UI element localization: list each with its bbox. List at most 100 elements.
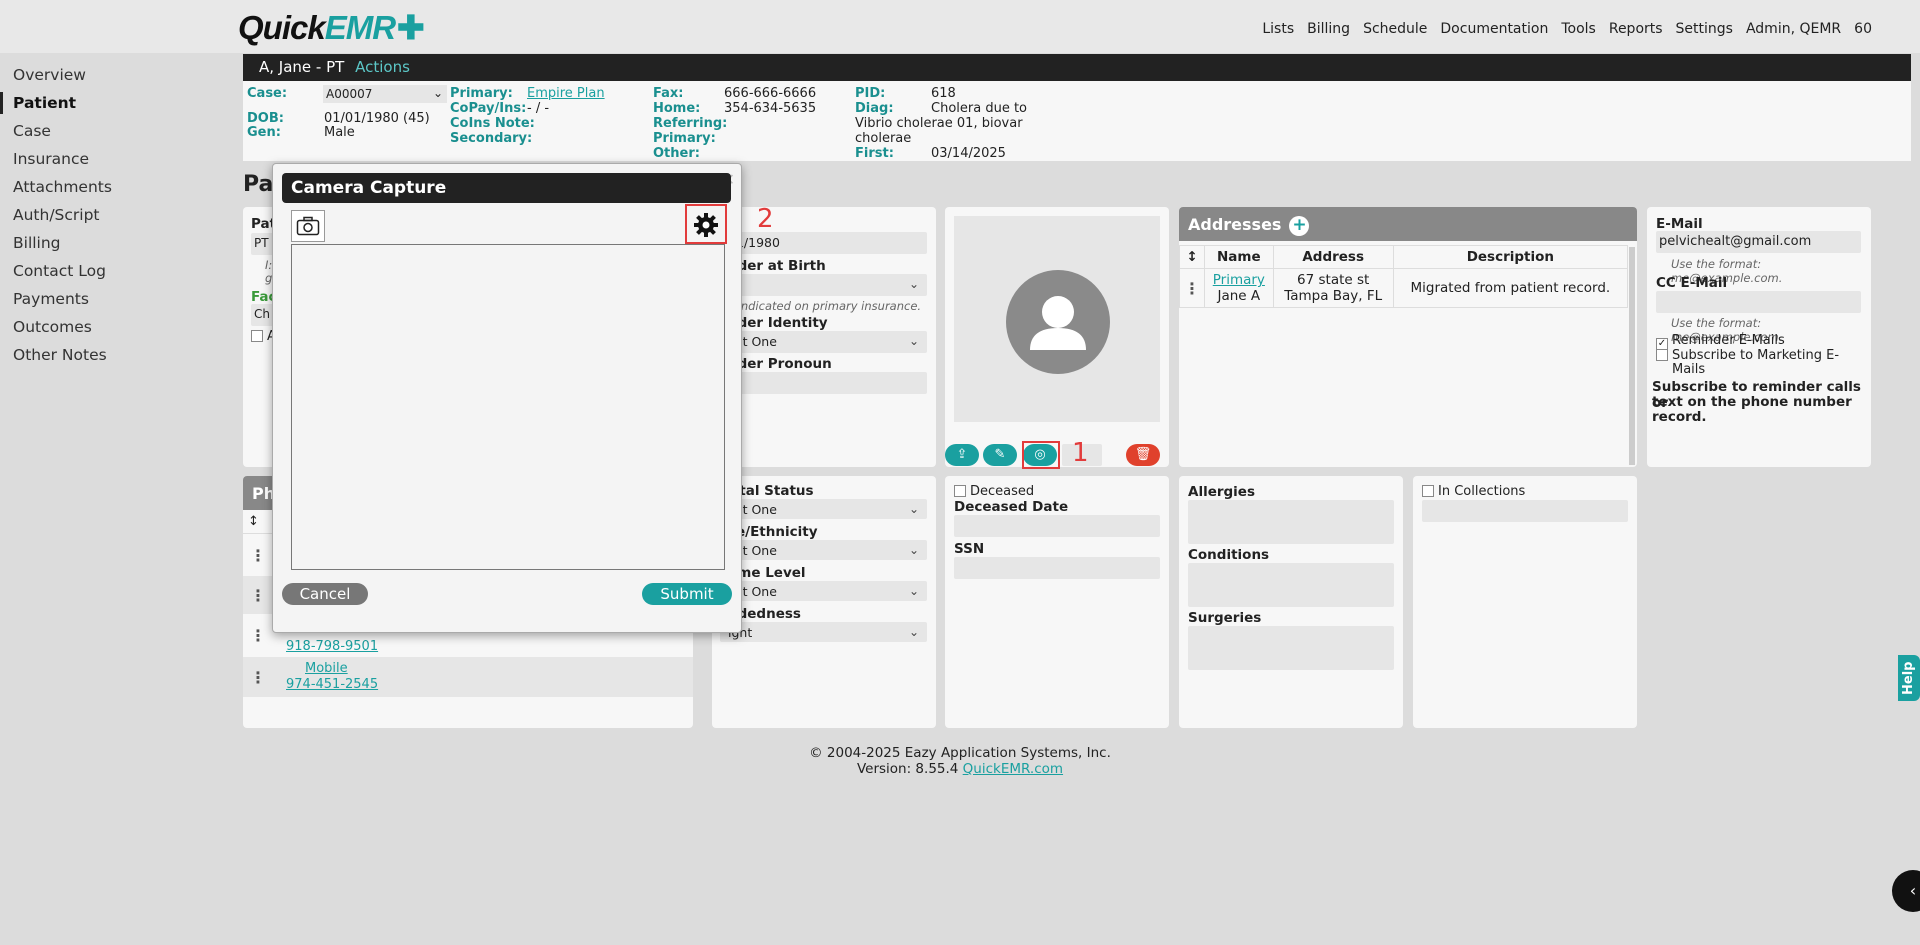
phone-type-link[interactable]: Mobile: [305, 661, 348, 676]
sidebar-item-contact-log[interactable]: Contact Log: [13, 260, 233, 288]
case-select[interactable]: A00007 ⌄: [323, 85, 447, 103]
col-description: Description: [1392, 245, 1629, 269]
nav-lists[interactable]: Lists: [1262, 21, 1294, 37]
demographics-panel: B 01/1980 nder at Birth le⌄ s indicated …: [712, 207, 936, 467]
nav-tools[interactable]: Tools: [1561, 21, 1596, 37]
sidebar-item-overview[interactable]: Overview: [13, 64, 233, 92]
cancel-button[interactable]: Cancel: [282, 583, 368, 605]
diag-value-3: cholerae: [855, 131, 912, 146]
subscribe-text-3: record.: [1652, 409, 1707, 425]
quickemr-link[interactable]: QuickEMR.com: [963, 761, 1063, 777]
active-marker: [0, 92, 3, 114]
allergies-textarea[interactable]: [1188, 500, 1394, 544]
coins-label: CoIns Note:: [450, 116, 535, 131]
other-label: Other:: [653, 146, 700, 161]
photo-frame: [954, 216, 1160, 422]
nav-settings[interactable]: Settings: [1676, 21, 1733, 37]
ssn-field[interactable]: [954, 557, 1160, 579]
version-text: Version: 8.55.4: [856, 761, 963, 777]
chevron-down-icon: ⌄: [908, 584, 919, 598]
submit-button[interactable]: Submit: [642, 583, 732, 605]
addresses-table: ↕ Name Address Description ⋮ Primary Jane…: [1179, 245, 1629, 308]
handedness-select[interactable]: ight ⌄: [720, 622, 927, 642]
address-description: Migrated from patient record.: [1392, 268, 1629, 308]
chevron-down-icon: ⌄: [908, 277, 919, 291]
row-menu-icon[interactable]: ⋮: [250, 626, 266, 645]
table-row: ⋮ Mobile 974-451-2545: [243, 657, 693, 697]
actions-menu[interactable]: Actions: [355, 58, 410, 76]
sidebar-item-outcomes[interactable]: Outcomes: [13, 316, 233, 344]
table-row: ⋮ Primary Jane A 67 state st Tampa Bay, FL…: [1179, 268, 1629, 308]
nav-billing[interactable]: Billing: [1307, 21, 1350, 37]
footer: © 2004-2025 Eazy Application Systems, In…: [0, 745, 1920, 777]
avatar-placeholder-icon: [1006, 270, 1110, 374]
race-ethnicity-select[interactable]: ect One ⌄: [720, 540, 927, 560]
take-snapshot-button[interactable]: [291, 210, 325, 242]
pid-value: 618: [931, 86, 956, 101]
primary-label: Primary:: [450, 86, 513, 101]
deceased-date-field[interactable]: [954, 515, 1160, 537]
gen-label: Gen:: [247, 125, 281, 140]
income-level-select[interactable]: ect One ⌄: [720, 581, 927, 601]
referring-label: Referring:: [653, 116, 728, 131]
nav-counter[interactable]: 60: [1854, 21, 1872, 37]
nav-documentation[interactable]: Documentation: [1440, 21, 1548, 37]
deceased-checkbox[interactable]: Deceased: [954, 484, 1034, 499]
camera-capture-modal: ✕ Camera Capture 2 Cancel Submit: [272, 163, 774, 633]
gender-identity-label: nder Identity: [728, 315, 828, 331]
sidebar-item-payments[interactable]: Payments: [13, 288, 233, 316]
sidebar-item-insurance[interactable]: Insurance: [13, 148, 233, 176]
resize-icon[interactable]: ↕: [248, 514, 259, 529]
deceased-date-label: Deceased Date: [954, 499, 1069, 515]
address-line-2: Tampa Bay, FL: [1284, 288, 1383, 304]
row-menu-icon[interactable]: ⋮: [1179, 268, 1205, 308]
sex-at-birth-select[interactable]: le⌄: [720, 274, 927, 296]
sidebar-item-case[interactable]: Case: [13, 120, 233, 148]
collections-field[interactable]: [1422, 500, 1628, 522]
cc-email-label: CC E-Mail: [1656, 275, 1728, 291]
dob-value: 01/01/1980 (45): [324, 111, 430, 126]
nav-schedule[interactable]: Schedule: [1363, 21, 1427, 37]
quickemr-logo[interactable]: QuickEMR✚: [238, 8, 425, 47]
dob-field[interactable]: 01/1980: [720, 232, 927, 254]
gender-pronoun-field[interactable]: [720, 372, 927, 394]
resize-icon[interactable]: ↕: [1179, 245, 1205, 269]
col-address: Address: [1272, 245, 1394, 269]
phone-number-link[interactable]: 918-798-9501: [286, 639, 378, 654]
annotation-number-2: 2: [757, 204, 774, 234]
conditions-textarea[interactable]: [1188, 563, 1394, 607]
add-address-button[interactable]: +: [1289, 216, 1310, 236]
highlight-box-2: [685, 204, 727, 244]
nav-user[interactable]: Admin, QEMR: [1746, 21, 1841, 37]
first-value: 03/14/2025: [931, 146, 1006, 161]
sidebar-item-billing[interactable]: Billing: [13, 232, 233, 260]
nav-reports[interactable]: Reports: [1609, 21, 1663, 37]
delete-photo-button[interactable]: 🗑: [1126, 444, 1160, 466]
sidebar-item-other-notes[interactable]: Other Notes: [13, 344, 233, 372]
scrollbar[interactable]: [1629, 247, 1635, 465]
address-line-1: 67 state st: [1297, 272, 1370, 288]
sidebar-item-attachments[interactable]: Attachments: [13, 176, 233, 204]
primary-insurance-link[interactable]: Empire Plan: [527, 86, 605, 101]
primary-address-link[interactable]: Primary: [1213, 272, 1265, 288]
in-collections-checkbox[interactable]: In Collections: [1422, 484, 1525, 499]
fax-label: Fax:: [653, 86, 684, 101]
home-value: 354-634-5635: [724, 101, 817, 116]
marketing-emails-checkbox[interactable]: Subscribe to Marketing E-: [1656, 348, 1839, 363]
copay-value: - / -: [527, 101, 550, 116]
row-menu-icon[interactable]: ⋮: [250, 546, 266, 565]
chevron-down-icon: ⌄: [432, 86, 443, 100]
sidebar-item-auth-script[interactable]: Auth/Script: [13, 204, 233, 232]
cc-email-field[interactable]: [1656, 291, 1861, 313]
marital-status-select[interactable]: ect One ⌄: [720, 499, 927, 519]
row-menu-icon[interactable]: ⋮: [250, 586, 266, 605]
help-tab[interactable]: Help: [1898, 655, 1920, 701]
sign-photo-button[interactable]: ✎: [983, 444, 1017, 466]
phone-number-link[interactable]: 974-451-2545: [286, 677, 378, 692]
email-field[interactable]: pelvichealt@gmail.com: [1656, 231, 1861, 253]
sidebar-item-patient[interactable]: Patient: [0, 92, 233, 120]
row-menu-icon[interactable]: ⋮: [250, 668, 266, 687]
gender-identity-select[interactable]: ect One ⌄: [720, 331, 927, 353]
upload-photo-button[interactable]: ⇪: [945, 444, 979, 466]
surgeries-textarea[interactable]: [1188, 626, 1394, 670]
